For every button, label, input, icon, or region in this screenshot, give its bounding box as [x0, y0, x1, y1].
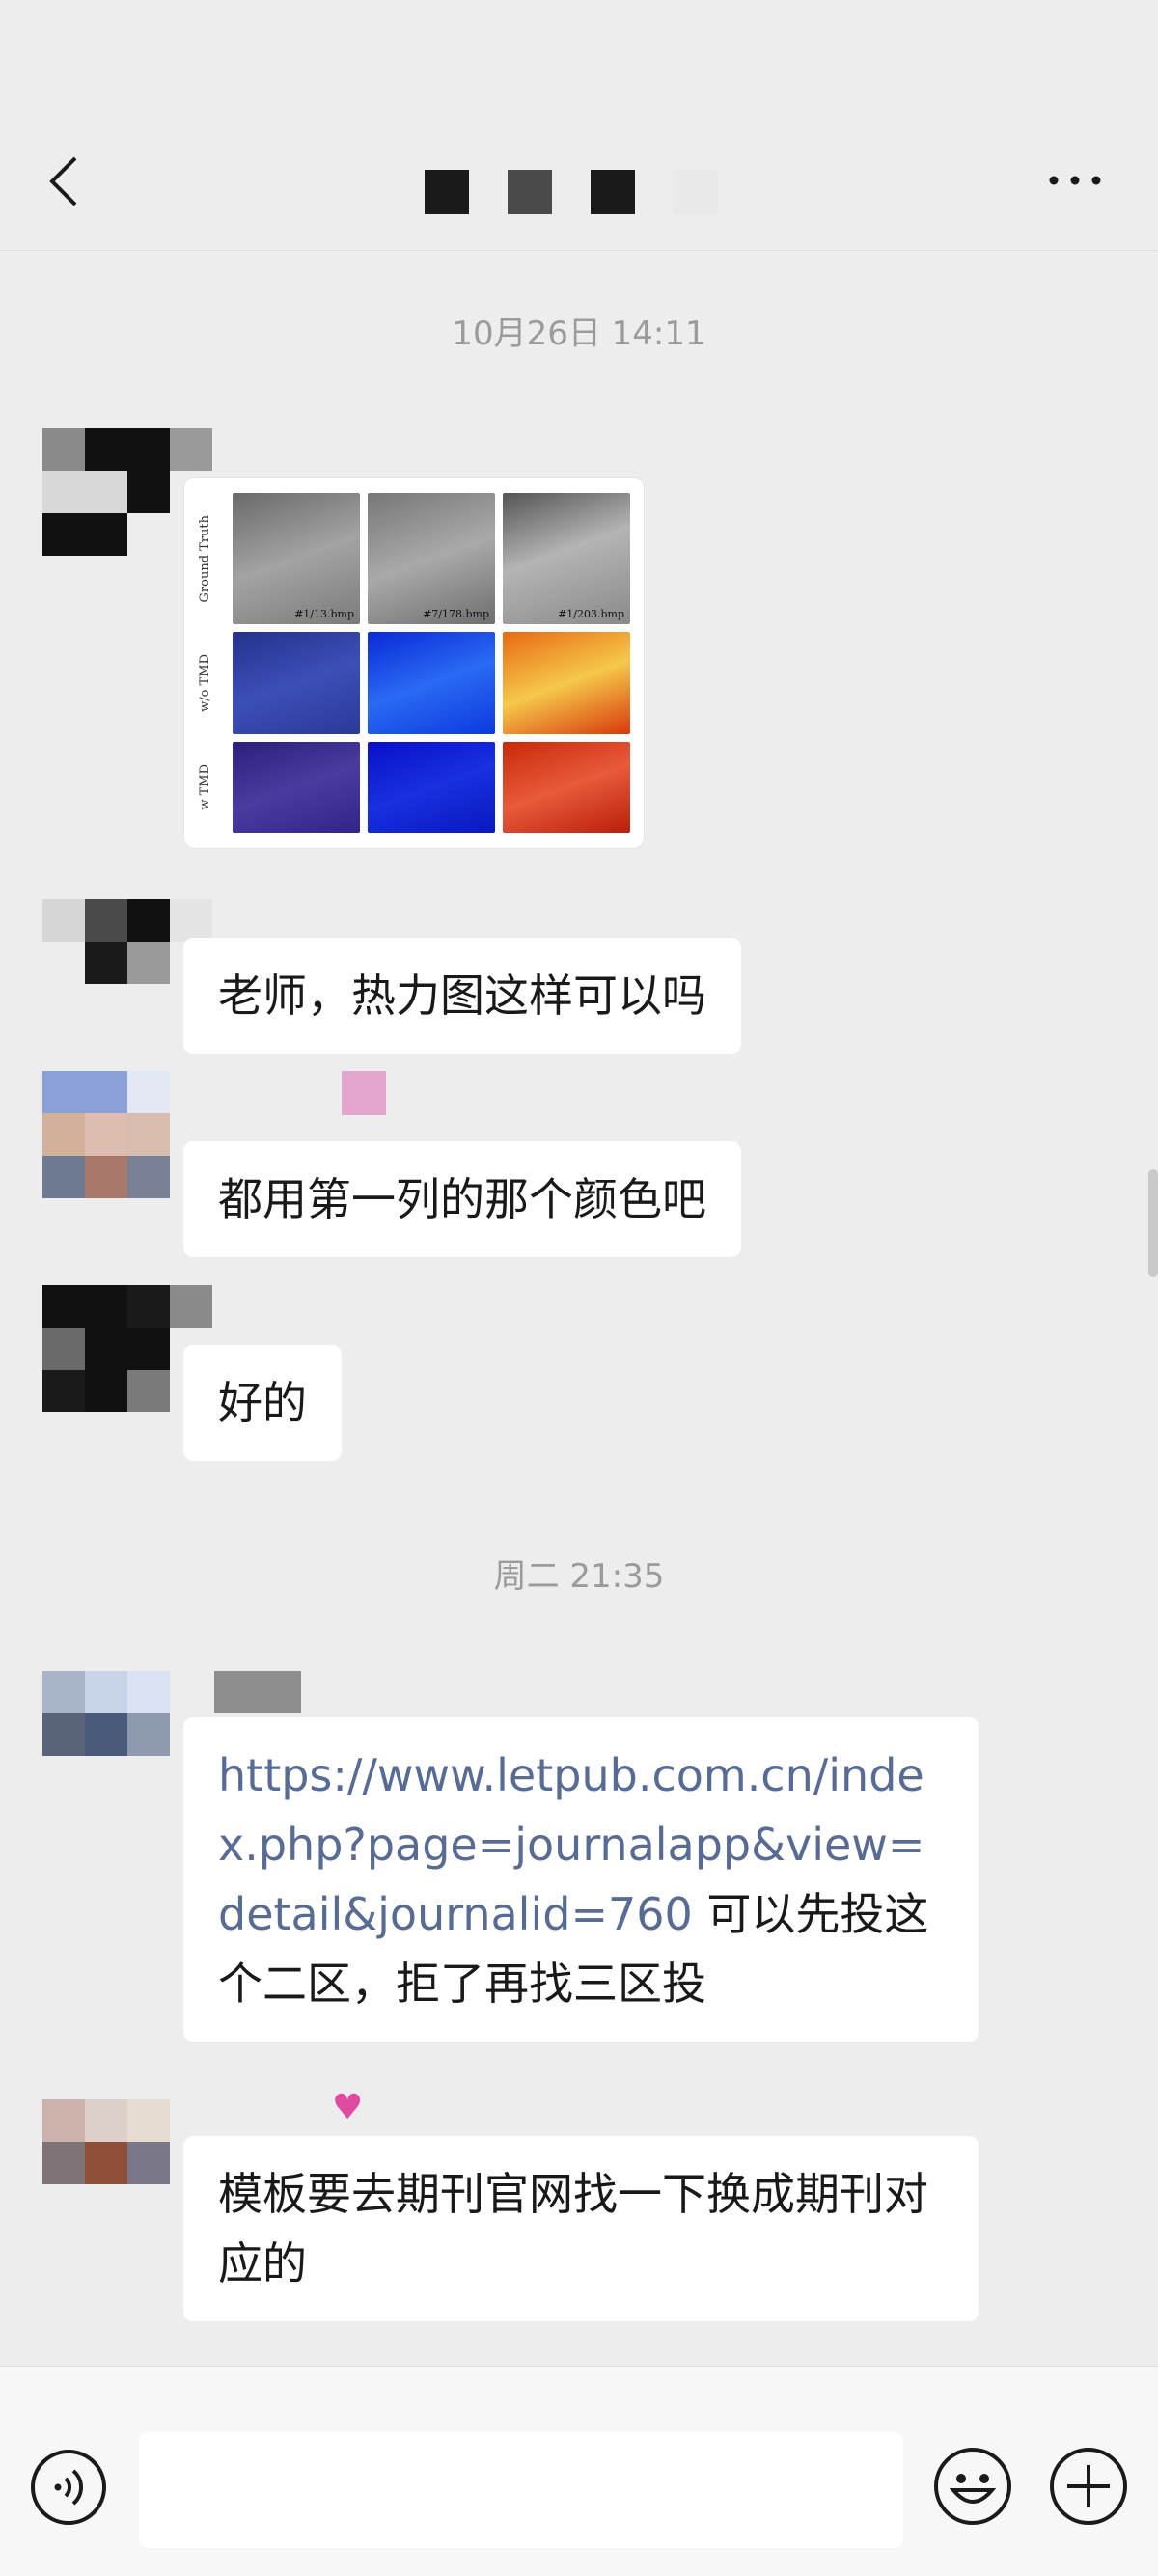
back-button[interactable]: [42, 152, 100, 210]
image-caption: #1/13.bmp: [294, 608, 354, 621]
timestamp: 10月26日 14:11: [452, 315, 706, 353]
more-dots-icon: [1049, 176, 1101, 185]
voice-button[interactable]: [29, 2448, 108, 2527]
chat-header: [0, 0, 1158, 251]
emoji-icon: [934, 2448, 1011, 2525]
chat-title: [425, 170, 718, 214]
message-bubble[interactable]: 老师，热力图这样可以吗: [183, 938, 741, 1054]
row-label: Ground Truth: [198, 515, 212, 603]
title-redacted-block: [674, 170, 718, 214]
heatmap-cell: [368, 742, 495, 833]
message-bubble[interactable]: https://www.letpub.com.cn/index.php?page…: [183, 1717, 979, 2042]
plus-button[interactable]: [1048, 2446, 1129, 2527]
row-label: w TMD: [198, 764, 212, 810]
message-bubble[interactable]: 好的: [183, 1345, 342, 1461]
heatmap-cell: #7/178.bmp: [368, 493, 495, 625]
heatmap-cell: #1/13.bmp: [233, 493, 360, 625]
heatmap-cell: [233, 742, 360, 833]
message-input[interactable]: [139, 2432, 903, 2548]
heatmap-cell: [368, 632, 495, 735]
name-redacted-block: [342, 1071, 386, 1115]
title-redacted-block: [591, 170, 635, 214]
emoji-button[interactable]: [932, 2446, 1013, 2527]
heatmap-cell: [233, 632, 360, 735]
message-bubble[interactable]: 模板要去期刊官网找一下换成期刊对应的: [183, 2136, 979, 2321]
heatmap-figure: Ground Truth #1/13.bmp #7/178.bmp #1/203…: [198, 493, 630, 833]
heatmap-cell: [503, 632, 630, 735]
plus-icon: [1050, 2448, 1127, 2525]
name-redacted-block: [214, 1671, 301, 1713]
timestamp: 周二 21:35: [493, 1557, 665, 1596]
image-message[interactable]: Ground Truth #1/13.bmp #7/178.bmp #1/203…: [183, 477, 645, 849]
voice-icon: [31, 2450, 106, 2525]
title-redacted-block: [508, 170, 552, 214]
image-caption: #7/178.bmp: [423, 608, 489, 621]
input-bar: [0, 2366, 1158, 2576]
row-label: w/o TMD: [198, 654, 212, 713]
title-redacted-block: [425, 170, 469, 214]
heart-icon: ♥: [332, 2088, 364, 2127]
scrollbar[interactable]: [1148, 1169, 1158, 1277]
heatmap-cell: #1/203.bmp: [503, 493, 630, 625]
chevron-left-icon: [49, 156, 77, 206]
more-button[interactable]: [1046, 166, 1104, 195]
message-bubble[interactable]: 都用第一列的那个颜色吧: [183, 1141, 741, 1257]
heatmap-cell: [503, 742, 630, 833]
image-caption: #1/203.bmp: [558, 608, 624, 621]
